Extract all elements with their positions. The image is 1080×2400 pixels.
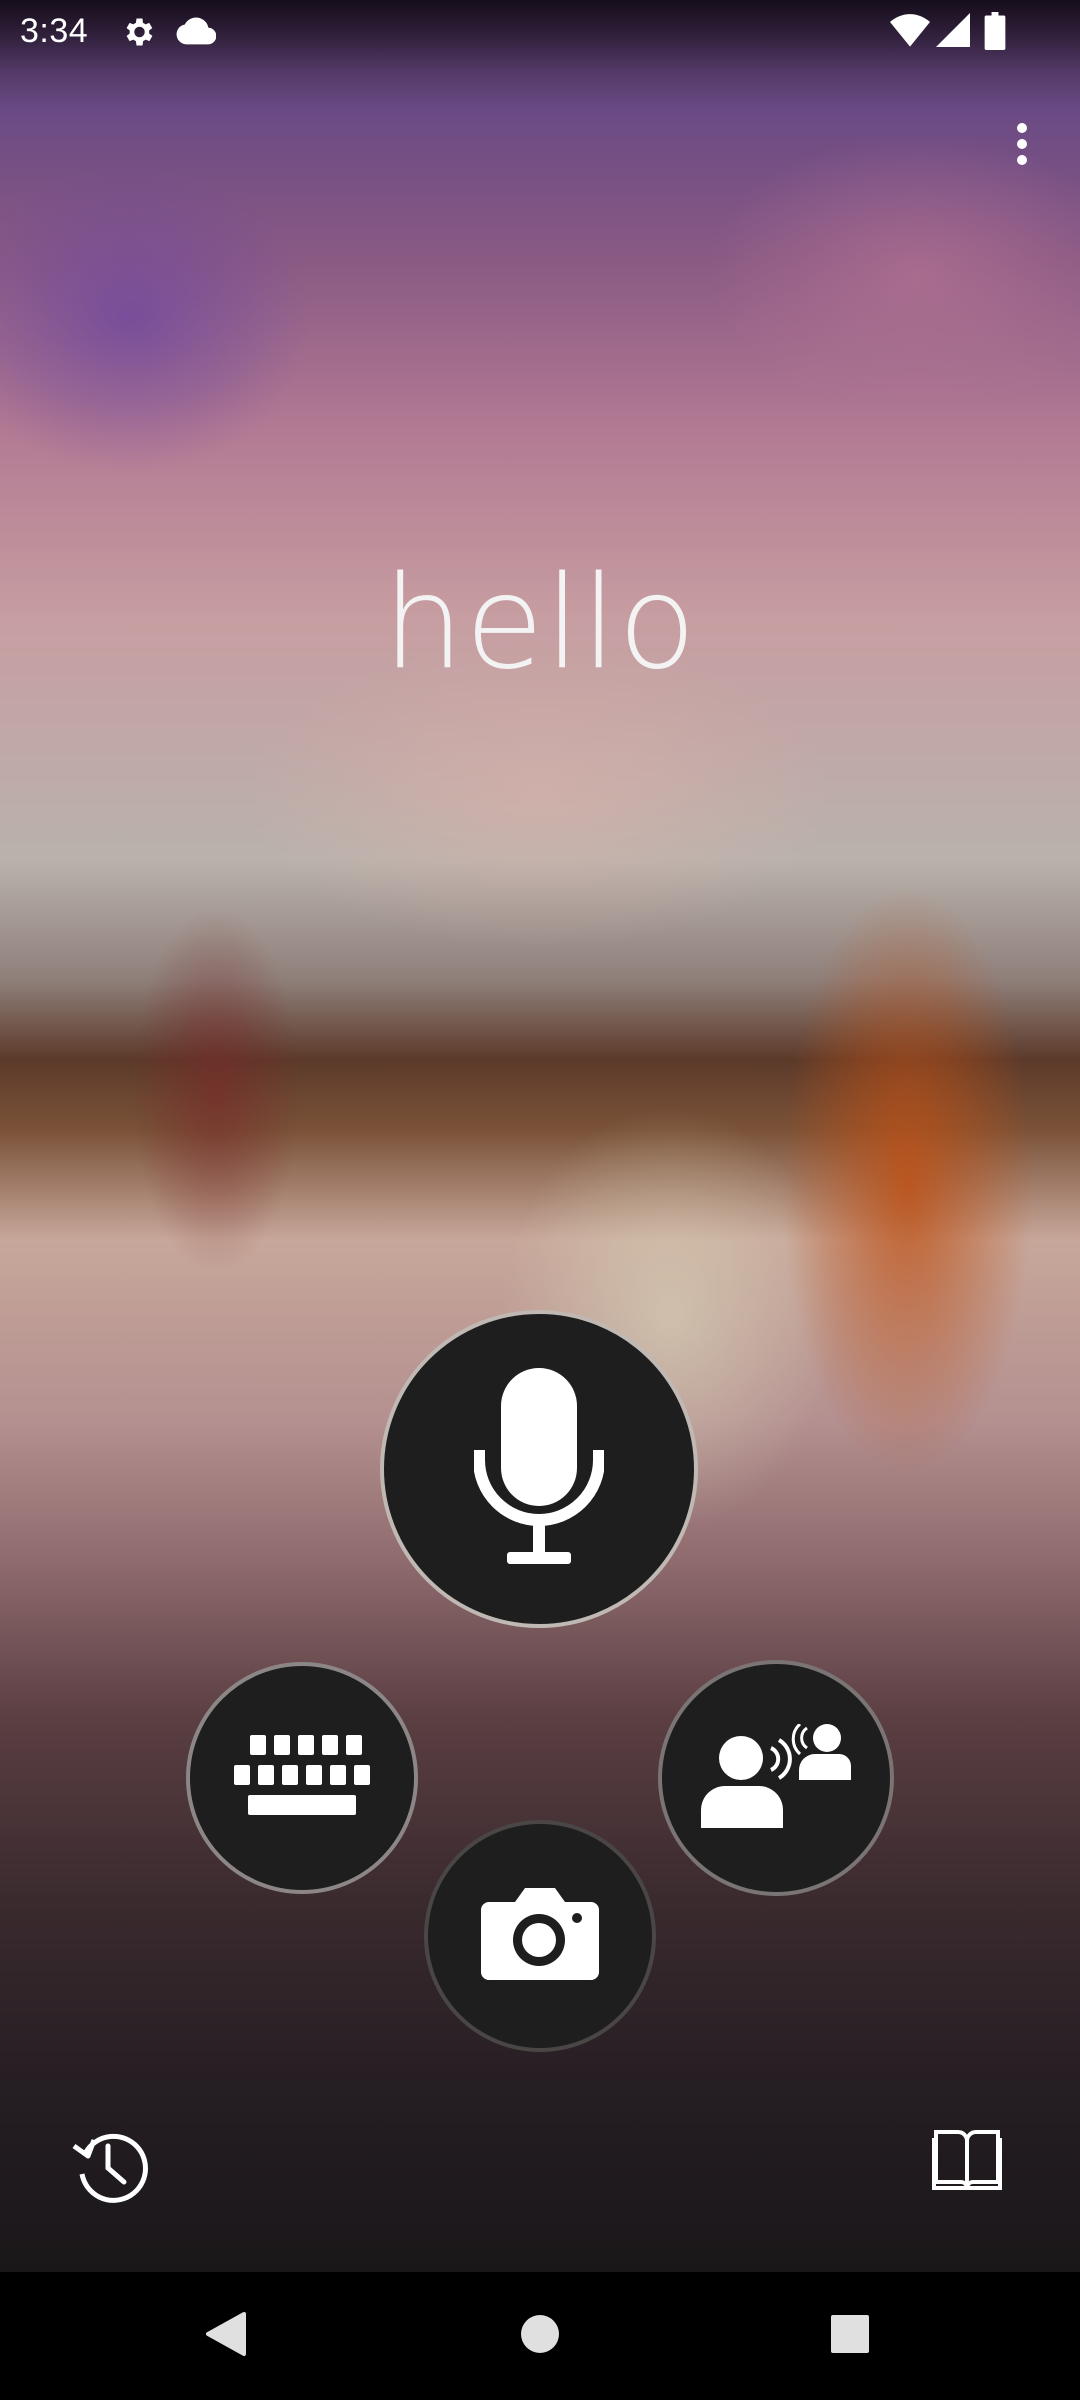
phrasebook-icon	[932, 2128, 1002, 2197]
home-icon	[520, 2314, 560, 2359]
history-button[interactable]	[66, 2120, 158, 2212]
keyboard-icon	[234, 1734, 370, 1822]
back-icon	[204, 2310, 248, 2363]
conversation-button[interactable]	[658, 1660, 894, 1896]
keyboard-button[interactable]	[186, 1662, 418, 1894]
status-bar: 3:34	[0, 0, 1080, 64]
status-time: 3:34	[20, 12, 89, 50]
more-vert-icon	[1015, 122, 1029, 171]
system-navigation-bar	[0, 2272, 1080, 2400]
phrasebook-button[interactable]	[926, 2120, 1008, 2204]
camera-icon	[481, 1887, 599, 1985]
wifi-icon	[890, 12, 930, 53]
history-icon	[72, 2124, 152, 2209]
more-options-button[interactable]	[998, 112, 1046, 180]
recents-button[interactable]	[818, 2304, 882, 2368]
greeting-text: hello	[382, 549, 698, 698]
gear-icon	[120, 14, 156, 55]
battery-icon	[984, 12, 1006, 55]
cloud-icon	[176, 16, 217, 51]
recents-icon	[830, 2314, 870, 2359]
back-button[interactable]	[194, 2304, 258, 2368]
microphone-button[interactable]	[380, 1310, 698, 1628]
signal-icon	[936, 12, 970, 53]
camera-button[interactable]	[424, 1820, 656, 2052]
microphone-icon	[473, 1367, 605, 1571]
home-button[interactable]	[508, 2304, 572, 2368]
conversation-icon	[701, 1722, 851, 1833]
